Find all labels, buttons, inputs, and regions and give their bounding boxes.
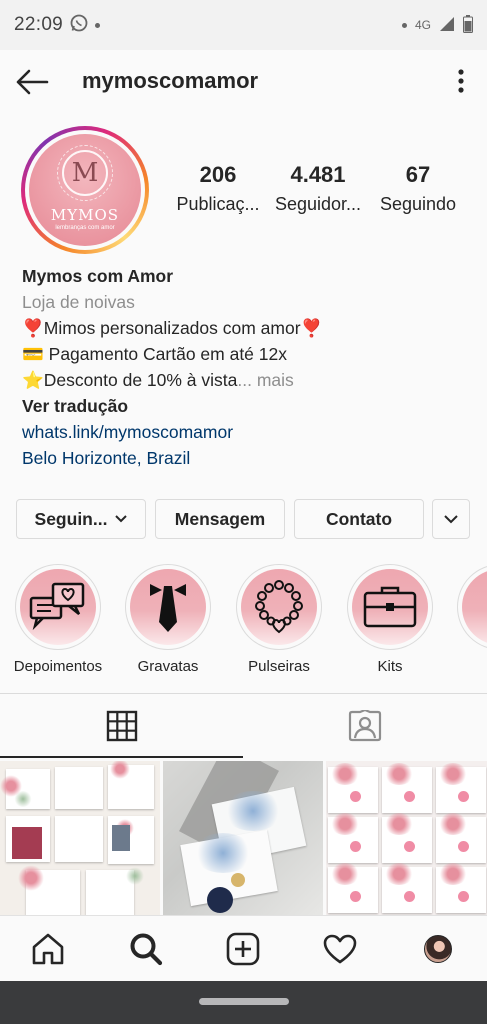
post-thumbnail[interactable] [326,761,487,915]
see-translation-link[interactable]: Ver tradução [22,393,472,419]
bracelet-icon [255,580,303,634]
more-vertical-icon [458,69,464,93]
tab-posts-grid[interactable] [0,694,243,758]
stat-followers-label: Seguidor... [274,194,362,214]
signal-icon [439,16,455,35]
stat-followers-value: 4.481 [290,162,346,187]
profile-avatar[interactable]: M MYMOS lembranças com amor [21,126,149,254]
brand-logo: M MYMOS lembranças com amor [29,134,141,246]
following-button-label: Seguin... [34,508,108,529]
profile-bio: Mymos com Amor Loja de noivas ❣️Mimos pe… [22,263,472,471]
chevron-down-icon [115,515,128,523]
message-button-label: Mensagem [174,508,266,529]
contact-button-label: Contato [325,508,393,529]
briefcase-icon [363,586,417,628]
grid-icon [106,710,137,742]
post-thumbnail[interactable] [163,761,323,915]
highlight-label: Ma [450,658,487,675]
bio-category: Loja de noivas [22,292,135,312]
more-options-button[interactable] [452,68,470,96]
heart-icon [323,934,357,964]
profile-avatar-icon [424,935,452,963]
tab-tagged[interactable] [243,694,486,758]
speech-bubbles-heart-icon [29,582,85,631]
bio-line-2: 💳 Pagamento Cartão em até 12x [22,344,287,364]
stat-posts[interactable]: 206 Publicaç... [172,162,264,215]
highlight-depoimentos[interactable]: Depoimentos [8,564,108,675]
chevron-down-icon [444,514,458,523]
whatsapp-icon [69,13,89,38]
bio-website-link[interactable]: whats.link/mymoscomamor [22,419,472,445]
profile-header: mymoscomamor [0,50,487,114]
stat-posts-label: Publicaç... [176,194,260,214]
stat-posts-value: 206 [199,162,237,187]
highlight-gravatas[interactable]: Gravatas [118,564,218,675]
necktie-icon [150,584,186,632]
home-icon [32,933,64,965]
highlight-label: Pulseiras [248,658,310,675]
back-button[interactable] [14,68,50,96]
contact-button[interactable]: Contato [294,499,424,539]
tagged-person-icon [348,710,381,742]
highlight-kits[interactable]: Kits [340,564,440,675]
battery-icon [463,14,473,36]
status-time: 22:09 [14,14,64,35]
bio-name: Mymos com Amor [22,266,174,286]
nav-search-button[interactable] [126,930,166,968]
add-post-icon [226,932,260,966]
back-arrow-icon [16,69,49,95]
stat-followers[interactable]: 4.481 Seguidor... [272,162,364,215]
highlight-label: Kits [377,658,403,675]
search-icon [130,933,163,966]
system-gesture-bar [0,981,487,1024]
profile-username: mymoscomamor [82,68,259,93]
bio-location-link[interactable]: Belo Horizonte, Brazil [22,445,472,471]
status-bar: 22:09 4G [0,0,487,50]
notification-dot-icon [401,22,407,28]
stat-following-label: Seguindo [379,194,457,214]
network-type: 4G [414,18,431,32]
active-tab-indicator [0,756,243,758]
nav-profile-button[interactable] [418,930,458,968]
posts-grid [0,761,487,915]
stat-following[interactable]: 67 Seguindo [375,162,461,215]
bio-more-link[interactable]: ... mais [237,370,293,390]
nav-home-button[interactable] [28,930,68,968]
highlight-partial[interactable]: Ma [450,564,487,675]
suggested-accounts-button[interactable] [432,499,470,539]
notification-dot-icon [95,22,101,28]
message-button[interactable]: Mensagem [155,499,285,539]
home-gesture-pill[interactable] [199,998,289,1005]
stat-following-value: 67 [405,162,431,187]
bio-line-3: ⭐Desconto de 10% à vista... mais [22,370,294,390]
bottom-navigation [0,915,487,981]
bio-line-1: ❣️Mimos personalizados com amor❣️ [22,318,323,338]
nav-activity-button[interactable] [320,930,360,968]
highlight-pulseiras[interactable]: Pulseiras [229,564,329,675]
following-button[interactable]: Seguin... [16,499,146,539]
post-thumbnail[interactable] [0,761,160,915]
highlight-label: Depoimentos [13,658,103,675]
highlight-label: Gravatas [137,658,199,675]
nav-new-post-button[interactable] [223,930,263,968]
